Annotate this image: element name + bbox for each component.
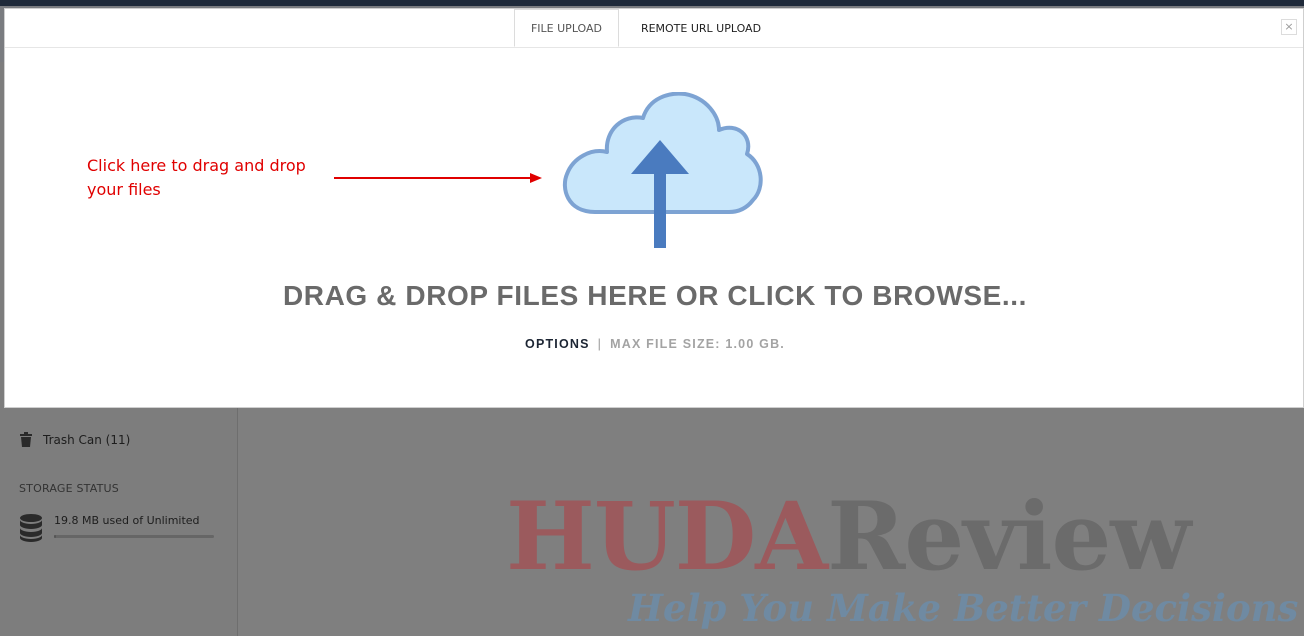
close-button[interactable]: ×	[1281, 19, 1297, 35]
trash-icon	[20, 432, 32, 447]
tutorial-annotation: Click here to drag and drop your files	[87, 154, 337, 202]
annotation-arrow-icon	[334, 173, 542, 183]
upload-tab-strip: FILE UPLOAD REMOTE URL UPLOAD ×	[5, 9, 1303, 48]
options-separator: |	[597, 337, 603, 351]
storage-progress-bar	[54, 535, 214, 538]
max-file-size-label: MAX FILE SIZE: 1.00 GB.	[610, 337, 785, 351]
storage-progress-fill	[54, 535, 56, 538]
tab-file-upload[interactable]: FILE UPLOAD	[514, 9, 619, 47]
trash-label: Trash Can (11)	[43, 433, 131, 447]
upload-modal: FILE UPLOAD REMOTE URL UPLOAD × DRAG & D…	[4, 8, 1304, 408]
watermark-part2: Review	[827, 482, 1191, 592]
dropzone-instruction: DRAG & DROP FILES HERE OR CLICK TO BROWS…	[282, 280, 1028, 311]
watermark-part1: HUDA	[506, 482, 828, 592]
upload-options-bar: OPTIONS | MAX FILE SIZE: 1.00 GB.	[5, 337, 1304, 351]
options-link[interactable]: OPTIONS	[525, 337, 590, 351]
annotation-line-2: your files	[87, 180, 161, 199]
storage-status: 19.8 MB used of Unlimited	[19, 512, 219, 546]
tab-remote-url-upload[interactable]: REMOTE URL UPLOAD	[629, 9, 773, 47]
database-icon	[20, 514, 42, 542]
storage-status-heading: STORAGE STATUS	[19, 482, 119, 495]
cloud-upload-icon	[562, 92, 763, 248]
sidebar-item-trash[interactable]: Trash Can (11)	[19, 430, 130, 450]
watermark-tagline: Help You Make Better Decisions	[628, 586, 1299, 630]
watermark-logo: HUDAReview	[506, 490, 1191, 584]
annotation-line-1: Click here to drag and drop	[87, 156, 306, 175]
file-dropzone[interactable]: DRAG & DROP FILES HERE OR CLICK TO BROWS…	[5, 48, 1303, 408]
storage-usage-text: 19.8 MB used of Unlimited	[54, 514, 200, 527]
